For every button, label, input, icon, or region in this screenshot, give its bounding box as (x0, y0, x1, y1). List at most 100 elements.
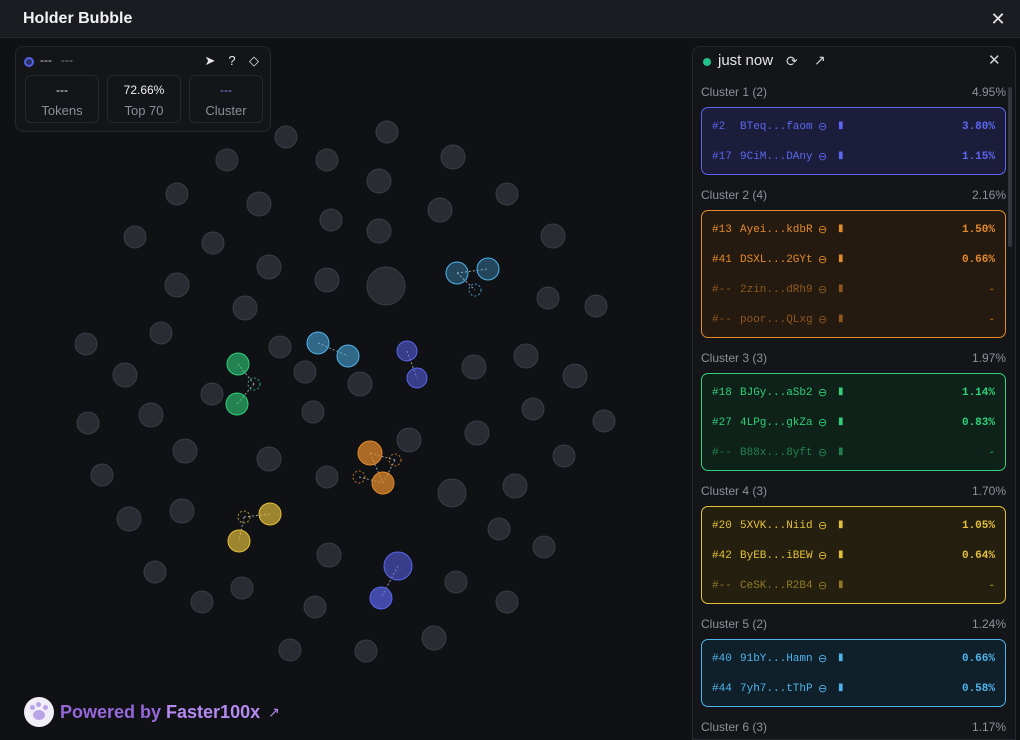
holder-row[interactable]: #27 4LPg...gkZa ⊖ ▮ 0.83% (702, 408, 1005, 438)
cluster-header[interactable]: Cluster 5 (2) 1.24% (701, 617, 1006, 631)
holder-bubble[interactable] (444, 570, 468, 594)
holder-bubble[interactable] (165, 182, 189, 206)
holder-bubble[interactable] (375, 120, 399, 144)
holder-bubble[interactable] (314, 267, 340, 293)
holder-address[interactable]: 7yh7...tThP (740, 683, 813, 695)
holder-row[interactable]: #17 9CiM...DAny ⊖ ▮ 1.15% (702, 142, 1005, 172)
holder-address[interactable]: Ayei...kdbR (740, 224, 813, 236)
holder-bubble[interactable] (315, 465, 339, 489)
holder-bubble[interactable] (513, 343, 539, 369)
holder-bubble[interactable] (461, 354, 487, 380)
holder-bubble[interactable] (521, 397, 545, 421)
cluster-header[interactable]: Cluster 2 (4) 2.16% (701, 188, 1006, 202)
cluster-bubble[interactable] (396, 340, 418, 362)
close-icon[interactable]: ✕ (988, 51, 1001, 69)
cluster-bubble[interactable] (371, 471, 395, 495)
copy-icon[interactable]: ▮ (838, 682, 844, 693)
link-icon[interactable]: ⊖ (818, 150, 827, 163)
holder-address[interactable]: DSXL...2GYt (740, 254, 813, 266)
refresh-icon[interactable]: ⟳ (786, 53, 798, 70)
link-icon[interactable]: ⊖ (818, 446, 827, 459)
copy-icon[interactable]: ▮ (838, 223, 844, 234)
external-link-icon[interactable]: ↗ (268, 704, 280, 721)
cluster-header[interactable]: Cluster 6 (3) 1.17% (701, 720, 1006, 734)
holder-bubble[interactable] (396, 427, 422, 453)
holder-bubble[interactable] (562, 363, 588, 389)
holder-bubble[interactable] (502, 473, 528, 499)
holder-bubble[interactable] (495, 590, 519, 614)
holder-address[interactable]: 5XVK...Niid (740, 520, 813, 532)
holder-bubble[interactable] (440, 144, 466, 170)
link-icon[interactable]: ⊖ (818, 120, 827, 133)
holder-bubble[interactable] (164, 272, 190, 298)
copy-icon[interactable]: ▮ (838, 416, 844, 427)
cluster-bubble[interactable] (383, 551, 413, 581)
link-icon[interactable]: ⊖ (818, 416, 827, 429)
copy-icon[interactable]: ▮ (838, 253, 844, 264)
copy-icon[interactable]: ▮ (838, 579, 844, 590)
cluster-header[interactable]: Cluster 4 (3) 1.70% (701, 484, 1006, 498)
holder-bubble[interactable] (76, 411, 100, 435)
copy-icon[interactable]: ▮ (838, 386, 844, 397)
holder-bubble[interactable] (190, 590, 214, 614)
link-icon[interactable]: ⊖ (818, 223, 827, 236)
holder-row[interactable]: #13 Ayei...kdbR ⊖ ▮ 1.50% (702, 215, 1005, 245)
holder-bubble[interactable] (366, 218, 392, 244)
holder-address[interactable]: B88x...8yft (740, 447, 813, 459)
holder-address[interactable]: 4LPg...gkZa (740, 417, 813, 429)
holder-bubble[interactable] (303, 595, 327, 619)
tag-icon[interactable]: ◇ (246, 53, 262, 69)
holder-bubble[interactable] (495, 182, 519, 206)
cluster-bubble[interactable] (306, 331, 330, 355)
cluster-bubble[interactable] (225, 392, 249, 416)
close-icon[interactable]: ✕ (988, 9, 1008, 29)
holder-address[interactable]: 9CiM...DAny (740, 151, 813, 163)
holder-bubble[interactable] (90, 463, 114, 487)
holder-row[interactable]: #-- 2zin...dRh9 ⊖ ▮ - (702, 275, 1005, 305)
holder-row[interactable]: #-- B88x...8yft ⊖ ▮ - (702, 438, 1005, 468)
link-icon[interactable]: ⊖ (818, 253, 827, 266)
cluster-bubble[interactable] (357, 440, 383, 466)
holder-bubble[interactable] (464, 420, 490, 446)
holder-bubble[interactable] (347, 371, 373, 397)
holder-row[interactable]: #-- CeSK...R2B4 ⊖ ▮ - (702, 571, 1005, 601)
holder-bubble[interactable] (201, 231, 225, 255)
holder-bubble[interactable] (268, 335, 292, 359)
holder-row[interactable]: #-- poor...QLxg ⊖ ▮ - (702, 305, 1005, 335)
holder-row[interactable]: #40 91bY...Hamn ⊖ ▮ 0.66% (702, 644, 1005, 674)
holder-bubble[interactable] (427, 197, 453, 223)
holder-bubble[interactable] (149, 321, 173, 345)
cluster-header[interactable]: Cluster 3 (3) 1.97% (701, 351, 1006, 365)
link-icon[interactable]: ⊖ (818, 682, 827, 695)
cluster-bubble[interactable] (445, 261, 469, 285)
holder-address[interactable]: poor...QLxg (740, 314, 813, 326)
link-icon[interactable]: ⊖ (818, 519, 827, 532)
copy-icon[interactable]: ▮ (838, 549, 844, 560)
telegram-icon[interactable]: ➤ (202, 53, 218, 69)
holder-bubble[interactable] (366, 168, 392, 194)
holder-bubble[interactable] (315, 148, 339, 172)
holder-bubble[interactable] (319, 208, 343, 232)
holder-bubble[interactable] (293, 360, 317, 384)
holder-bubble[interactable] (74, 332, 98, 356)
holder-bubble[interactable] (278, 638, 302, 662)
holder-row[interactable]: #2 BTeq...faom ⊖ ▮ 3.80% (702, 112, 1005, 142)
holder-bubble[interactable] (116, 506, 142, 532)
link-icon[interactable]: ⊖ (818, 283, 827, 296)
holder-bubble[interactable] (301, 400, 325, 424)
copy-icon[interactable]: ▮ (838, 519, 844, 530)
holder-address[interactable]: BTeq...faom (740, 121, 813, 133)
holder-bubble[interactable] (246, 191, 272, 217)
holder-row[interactable]: #42 ByEB...iBEW ⊖ ▮ 0.64% (702, 541, 1005, 571)
holder-bubble[interactable] (421, 625, 447, 651)
holder-bubble[interactable] (316, 542, 342, 568)
link-icon[interactable]: ⊖ (818, 549, 827, 562)
copy-icon[interactable]: ▮ (838, 652, 844, 663)
powered-by-link[interactable]: Powered by Faster100x ↗ (24, 697, 280, 727)
holder-bubble[interactable] (256, 254, 282, 280)
holder-bubble[interactable] (138, 402, 164, 428)
bubble-map-svg[interactable] (8, 40, 688, 740)
holder-row[interactable]: #41 DSXL...2GYt ⊖ ▮ 0.66% (702, 245, 1005, 275)
holder-bubble[interactable] (532, 535, 556, 559)
link-icon[interactable]: ⊖ (818, 313, 827, 326)
